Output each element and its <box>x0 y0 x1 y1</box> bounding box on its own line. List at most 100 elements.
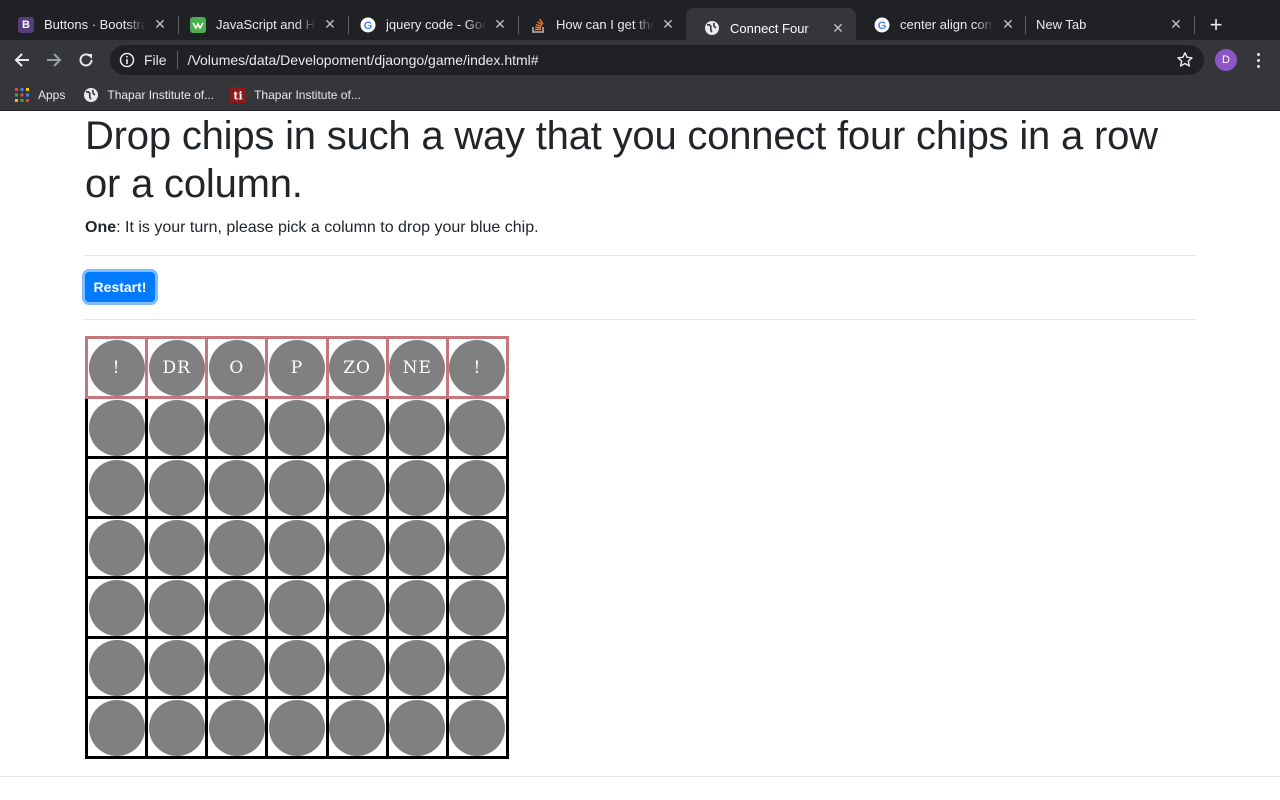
bookmarks-bar: Apps Thapar Institute of... ti Thapar In… <box>0 80 1280 111</box>
info-icon[interactable] <box>119 52 135 68</box>
board-cell <box>265 456 329 519</box>
empty-chip-slot <box>449 519 506 576</box>
close-icon[interactable]: ✕ <box>322 16 338 33</box>
empty-chip-slot <box>449 459 506 516</box>
drop-zone-cell-5[interactable]: ZO <box>325 336 389 399</box>
reload-button[interactable] <box>74 48 98 72</box>
empty-chip-slot <box>329 579 386 636</box>
drop-zone-cell-7[interactable]: ! <box>445 336 510 399</box>
browser-menu-icon[interactable] <box>1250 48 1266 72</box>
empty-chip-slot <box>208 579 265 636</box>
board-row <box>84 396 510 459</box>
empty-chip-slot <box>329 519 386 576</box>
board-cell <box>385 456 449 519</box>
board-cell <box>145 696 209 759</box>
bottom-divider <box>0 776 1280 777</box>
bootstrap-icon: B <box>18 16 34 33</box>
board-cell <box>84 516 149 579</box>
drop-button[interactable]: O <box>208 339 265 396</box>
tab-center-align[interactable]: G center align container ✕ <box>856 8 1026 41</box>
board-cell <box>265 576 329 639</box>
bookmark-label: Thapar Institute of... <box>107 88 215 102</box>
back-button[interactable] <box>10 48 34 72</box>
board-cell <box>445 456 510 519</box>
board-cell <box>84 456 149 519</box>
tab-title: center align container <box>900 17 994 32</box>
empty-chip-slot <box>329 699 386 756</box>
tab-bootstrap-buttons[interactable]: B Buttons · Bootstrap ✕ <box>0 8 178 41</box>
bookmark-thapar-1[interactable]: Thapar Institute of... <box>77 83 220 107</box>
drop-zone-cell-1[interactable]: ! <box>84 336 149 399</box>
close-icon[interactable]: ✕ <box>152 16 168 33</box>
drop-button[interactable]: ZO <box>329 339 386 396</box>
empty-chip-slot <box>449 639 506 696</box>
close-icon[interactable]: ✕ <box>1168 16 1184 33</box>
divider <box>85 255 1195 256</box>
tab-title: Buttons · Bootstrap <box>44 17 146 32</box>
drop-button[interactable]: DR <box>148 339 205 396</box>
drop-button[interactable]: ! <box>449 339 506 396</box>
tab-stackoverflow[interactable]: How can I get the value ✕ <box>512 8 686 41</box>
tab-javascript-html[interactable]: JavaScript and HTML ✕ <box>172 8 348 41</box>
drop-zone-cell-3[interactable]: O <box>205 336 269 399</box>
drop-zone-cell-4[interactable]: P <box>265 336 329 399</box>
player-name: One <box>85 219 117 236</box>
drop-button[interactable]: NE <box>389 339 446 396</box>
board-row <box>84 516 510 579</box>
game-container: Drop chips in such a way that you connec… <box>84 111 1195 759</box>
google-icon: G <box>874 17 890 33</box>
empty-chip-slot <box>268 579 325 636</box>
board-cell <box>385 636 449 699</box>
board-cell <box>385 696 449 759</box>
board-cell <box>145 576 209 639</box>
tab-title: Connect Four <box>730 20 809 36</box>
empty-chip-slot <box>88 699 145 756</box>
board-cell <box>205 636 269 699</box>
bookmark-star-icon[interactable] <box>1176 51 1194 69</box>
empty-chip-slot <box>449 579 506 636</box>
board-cell <box>205 696 269 759</box>
drop-zone-cell-6[interactable]: NE <box>385 336 449 399</box>
tab-jquery-search[interactable]: G jquery code - Google Search ✕ <box>342 8 518 41</box>
board-cell <box>265 696 329 759</box>
browser-toolbar: File /Volumes/data/Developoment/djaongo/… <box>0 40 1280 80</box>
board-cell <box>445 636 510 699</box>
url-text[interactable]: /Volumes/data/Developoment/djaongo/game/… <box>188 52 539 68</box>
empty-chip-slot <box>449 399 506 456</box>
board-cell <box>84 696 149 759</box>
empty-chip-slot <box>389 519 446 576</box>
board-cell <box>145 456 209 519</box>
address-bar[interactable]: File /Volumes/data/Developoment/djaongo/… <box>110 45 1204 75</box>
divider <box>85 319 1195 320</box>
bookmark-thapar-2[interactable]: ti Thapar Institute of... <box>224 83 367 107</box>
drop-zone-cell-2[interactable]: DR <box>145 336 209 399</box>
close-icon[interactable]: ✕ <box>830 20 846 36</box>
close-icon[interactable]: ✕ <box>660 16 676 33</box>
board-row <box>84 576 510 639</box>
empty-chip-slot <box>208 399 265 456</box>
empty-chip-slot <box>389 459 446 516</box>
empty-chip-slot <box>389 639 446 696</box>
stackoverflow-icon <box>530 17 546 33</box>
tab-title: jquery code - Google Search <box>386 17 486 32</box>
forward-button[interactable] <box>42 48 66 72</box>
drop-button[interactable]: ! <box>88 339 145 396</box>
new-tab-button[interactable]: + <box>1204 12 1228 37</box>
close-icon[interactable]: ✕ <box>492 16 508 33</box>
restart-button[interactable]: Restart! <box>85 272 155 302</box>
reload-icon <box>79 53 93 67</box>
globe-icon <box>704 20 720 36</box>
drop-button[interactable]: P <box>268 339 325 396</box>
empty-chip-slot <box>268 459 325 516</box>
board-cell <box>84 636 149 699</box>
bookmark-apps[interactable]: Apps <box>8 83 71 107</box>
empty-chip-slot <box>329 459 386 516</box>
board-cell <box>265 516 329 579</box>
profile-avatar[interactable]: D <box>1215 49 1237 71</box>
tab-new-tab[interactable]: New Tab ✕ <box>1018 8 1194 41</box>
board-row <box>84 636 510 699</box>
close-icon[interactable]: ✕ <box>1000 16 1016 33</box>
empty-chip-slot <box>268 699 325 756</box>
empty-chip-slot <box>148 579 205 636</box>
board-cell <box>385 576 449 639</box>
